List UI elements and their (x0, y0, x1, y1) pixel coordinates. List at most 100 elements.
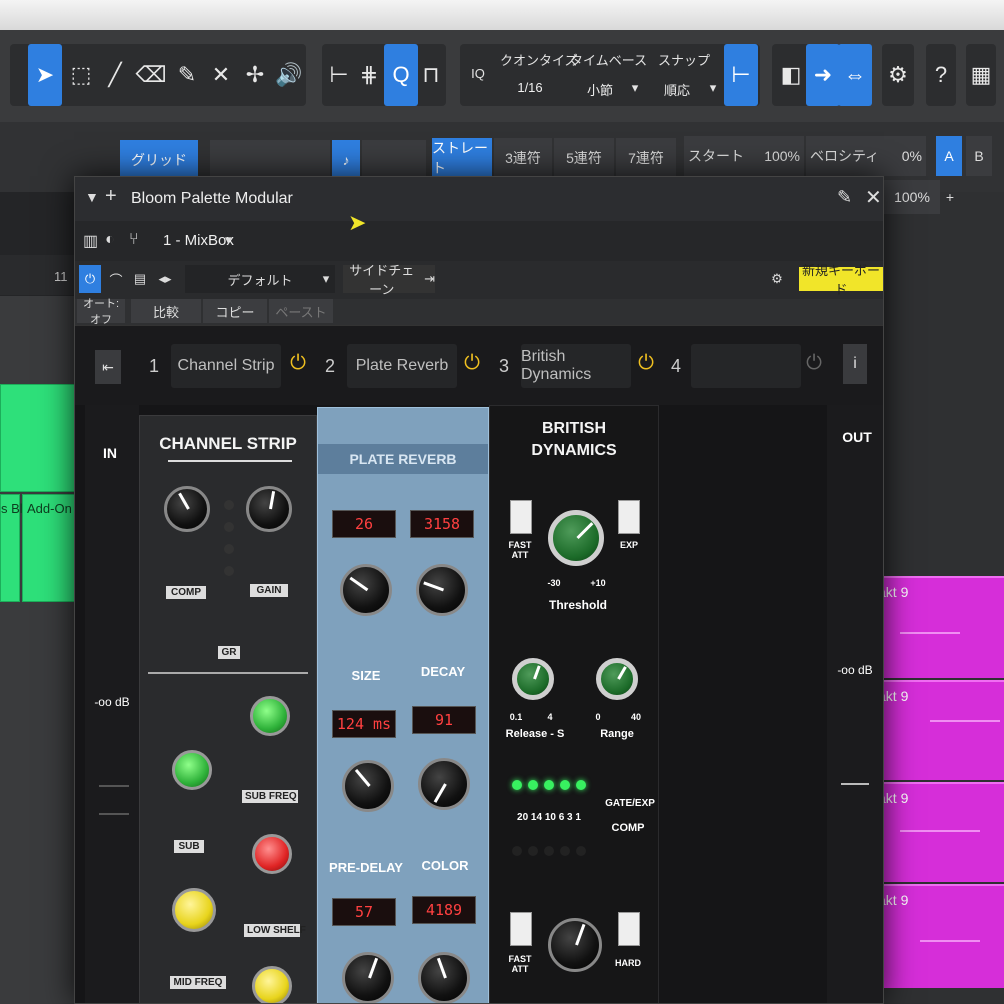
slot-name-british-dynamics[interactable]: British Dynamics (521, 344, 631, 388)
note-values-2[interactable] (362, 140, 426, 180)
arrow-tool-icon[interactable]: ➤ (28, 44, 62, 106)
slot-power-icon[interactable]: ⏻ (633, 352, 659, 378)
film-icon[interactable]: ▦ (964, 44, 998, 106)
gear-icon[interactable]: ⚙ (767, 265, 787, 293)
fast-att-button-2[interactable] (510, 912, 532, 946)
comp-knob[interactable] (164, 486, 210, 532)
triplet5-button[interactable]: 5連符 (554, 138, 614, 178)
low-shelf-knob[interactable] (252, 834, 292, 874)
velocity-slider[interactable]: ベロシティ 0% (806, 136, 926, 176)
expand-icon[interactable]: ⇤ (95, 350, 121, 384)
sidechain-button[interactable]: サイドチェーン ⇥ (343, 263, 435, 297)
plus-icon[interactable]: + (105, 185, 117, 208)
note-values[interactable] (210, 140, 330, 180)
follow-icon[interactable]: ➜ (806, 44, 840, 106)
preset-a-button[interactable]: A (936, 136, 962, 176)
param6-knob[interactable] (418, 952, 470, 1003)
close-icon[interactable]: ✕ (865, 185, 882, 210)
snap-left-icon[interactable]: ⊢ (322, 44, 356, 106)
clip-green-top[interactable] (0, 384, 80, 492)
preset-b-button[interactable]: B (966, 136, 992, 176)
add-button[interactable]: + (930, 180, 970, 214)
split-tool-icon[interactable]: ╱ (98, 44, 132, 106)
iq-label[interactable]: IQ (464, 66, 492, 81)
sub-freq-knob[interactable] (250, 696, 290, 736)
eraser-tool-icon[interactable]: ⌫ (134, 44, 168, 106)
gain-knob[interactable] (246, 486, 292, 532)
paste-button[interactable]: ペースト (269, 299, 333, 323)
exp-button[interactable] (618, 500, 640, 534)
predelay-knob[interactable] (342, 760, 394, 812)
new-keyboard-button[interactable]: 新規キーボード (799, 263, 883, 297)
collapse-icon[interactable]: ▼ (85, 189, 99, 205)
copy-button[interactable]: コピー (203, 299, 267, 323)
decay-knob[interactable] (416, 564, 468, 616)
triplet3-button[interactable]: 3連符 (494, 138, 552, 178)
slot-power-icon[interactable]: ⏻ (801, 352, 827, 378)
plugin-titlebar[interactable]: ▼ + Bloom Palette Modular ✎ ✕ (75, 177, 883, 221)
clip-pink-1[interactable]: akt 9 (878, 576, 1004, 678)
mid-gain-knob[interactable] (252, 966, 292, 1003)
input-fader[interactable] (99, 785, 129, 815)
auto-off-button[interactable]: オート: オフ (77, 298, 125, 326)
clip-pink-4[interactable]: akt 9 (878, 884, 1004, 988)
chevron-down-icon[interactable]: ▾ (706, 80, 720, 96)
mid-freq-knob[interactable] (172, 888, 216, 932)
document-icon[interactable]: ▤ (129, 265, 151, 293)
param5-knob[interactable] (342, 952, 394, 1003)
clip-green-2[interactable]: Add-On Pa (22, 494, 91, 602)
automation-icon[interactable]: ⌒ (105, 265, 127, 293)
quantize-value[interactable]: 1/16 (500, 80, 560, 95)
straight-button[interactable]: ストレート (432, 138, 492, 178)
prev-next-icon[interactable]: ◂▸ (151, 265, 179, 293)
slot-name-plate-reverb[interactable]: Plate Reverb (347, 344, 457, 388)
note-value-selected[interactable]: ♪ (332, 140, 360, 180)
power-icon[interactable]: ⏻ (79, 265, 101, 293)
slot-power-icon[interactable]: ⏻ (285, 352, 311, 378)
clip-pink-3[interactable]: akt 9 (878, 782, 1004, 882)
snap-toggle-icon[interactable]: ⊢ (724, 44, 758, 106)
channel-select[interactable]: 1 - MixBox (163, 232, 234, 249)
start-slider[interactable]: スタート 100% (684, 136, 804, 176)
mixer-icon[interactable]: ▥ (83, 231, 98, 251)
autoscroll-icon[interactable]: ◧ (774, 44, 808, 106)
timebase-value[interactable]: 小節 (570, 80, 630, 99)
release-knob[interactable] (512, 658, 554, 700)
listen-tool-icon[interactable]: 🔊 (272, 44, 306, 106)
clip-green-1[interactable]: s Bl (0, 494, 23, 602)
compare-button[interactable]: 比較 (131, 299, 201, 323)
triplet7-button[interactable]: 7連符 (616, 138, 676, 178)
bend-tool-icon[interactable]: ✢ (238, 44, 272, 106)
grid-button[interactable]: グリッド (120, 140, 198, 180)
preset-icon[interactable]: ◐ (105, 231, 115, 249)
hard-button[interactable] (618, 912, 640, 946)
sub-knob[interactable] (172, 750, 212, 790)
color-knob[interactable] (418, 758, 470, 810)
output-fader[interactable] (841, 783, 869, 807)
slot-name-empty[interactable] (691, 344, 801, 388)
routing-icon[interactable]: ⑂ (129, 231, 139, 249)
playhead-icon[interactable]: ⇔ (838, 44, 872, 106)
info-button[interactable]: i (843, 344, 867, 384)
paint-tool-icon[interactable]: ✎ (170, 44, 204, 106)
quantize-q-button[interactable]: Q (384, 44, 418, 106)
comp-threshold-knob[interactable] (548, 918, 602, 972)
range-tool-icon[interactable]: ⬚ (64, 44, 98, 106)
help-button[interactable]: ? (924, 44, 958, 106)
chevron-down-icon[interactable]: ▾ (319, 265, 333, 293)
threshold-knob[interactable] (548, 510, 604, 566)
slot-power-icon[interactable]: ⏻ (459, 352, 485, 378)
fast-att-button[interactable] (510, 500, 532, 534)
snap-value[interactable]: 順応 (654, 80, 700, 99)
chevron-down-icon[interactable]: ▾ (225, 232, 232, 248)
size-knob[interactable] (340, 564, 392, 616)
gear-icon[interactable]: ⚙ (881, 44, 915, 106)
pin-icon[interactable]: ✎ (837, 187, 852, 208)
mute-tool-icon[interactable]: ✕ (204, 44, 238, 106)
chevron-down-icon[interactable]: ▾ (628, 80, 642, 96)
clip-pink-2[interactable]: akt 9 (878, 680, 1004, 780)
preset-select[interactable]: デフォルト (185, 265, 335, 293)
snap-magnet-icon[interactable]: ⊓ (414, 44, 448, 106)
range-knob[interactable] (596, 658, 638, 700)
snap-event-icon[interactable]: ⋕ (352, 44, 386, 106)
